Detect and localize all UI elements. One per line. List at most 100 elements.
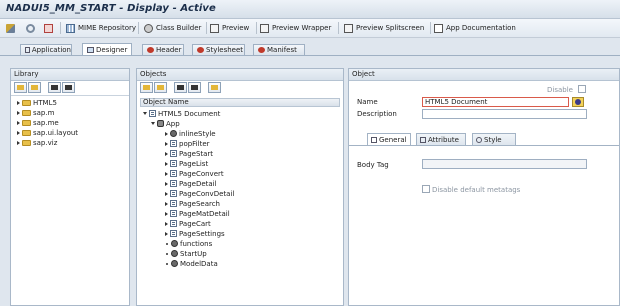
mime-repository-label: MIME Repository — [78, 24, 137, 32]
preview-splitscreen-button[interactable]: Preview Splitscreen — [344, 22, 424, 34]
folder-icon — [22, 109, 31, 116]
body-tag-field[interactable] — [422, 159, 587, 169]
window-title-bar: NADUI5_MM_START - Display - Active — [0, 0, 620, 19]
settings-button[interactable] — [26, 22, 35, 34]
toolbar-separator — [430, 22, 431, 34]
library-item-label: HTML5 — [33, 98, 57, 107]
subtab-general[interactable]: General — [367, 133, 411, 145]
disable-metatags-checkbox[interactable] — [422, 185, 430, 193]
tree-node-root[interactable]: HTML5 Document — [143, 109, 220, 118]
chevron-right-icon — [165, 201, 168, 206]
objects-panel: Objects Object Name HTML5 Document App i… — [136, 68, 344, 306]
object-panel-title: Object — [349, 69, 619, 81]
page-icon — [170, 160, 177, 167]
library-find-button[interactable] — [48, 82, 61, 93]
tree-node[interactable]: PageMatDetail — [165, 209, 230, 218]
tree-node-label: inlineStyle — [179, 129, 216, 138]
settings-icon — [211, 85, 218, 90]
chevron-down-icon — [143, 112, 147, 115]
tab-manifest[interactable]: Manifest — [253, 44, 305, 55]
tree-node[interactable]: PageConvDetail — [165, 189, 234, 198]
tree-node-label: functions — [180, 239, 213, 248]
chevron-right-icon — [165, 221, 168, 226]
subtab-style-label: Style — [484, 135, 502, 144]
page-icon — [170, 210, 177, 217]
copy-button[interactable] — [44, 22, 53, 34]
designer-icon — [87, 47, 94, 53]
grid-icon — [66, 23, 75, 33]
tabstrip-divider — [0, 55, 620, 56]
tab-header[interactable]: Header — [142, 44, 184, 55]
mime-repository-button[interactable]: MIME Repository — [66, 22, 136, 34]
value-help-button[interactable] — [572, 97, 584, 107]
page-icon — [170, 190, 177, 197]
binoculars-icon — [177, 85, 184, 90]
preview-wrapper-button[interactable]: Preview Wrapper — [260, 22, 331, 34]
chevron-right-icon — [165, 141, 168, 146]
class-builder-button[interactable]: Class Builder — [144, 22, 201, 34]
tree-node[interactable]: PageDetail — [165, 179, 217, 188]
chevron-right-icon — [17, 120, 20, 125]
application-toolbar: MIME Repository Class Builder Preview Pr… — [0, 19, 620, 38]
tree-node-label: PageStart — [179, 149, 214, 158]
library-item[interactable]: sap.me — [17, 118, 59, 127]
disable-checkbox[interactable] — [578, 85, 586, 93]
description-field[interactable] — [422, 109, 587, 119]
chevron-right-icon — [165, 161, 168, 166]
library-find-next-button[interactable] — [62, 82, 75, 93]
tree-node[interactable]: ModelData — [165, 259, 218, 268]
tree-node[interactable]: popFilter — [165, 139, 210, 148]
objects-collapse-button[interactable] — [154, 82, 167, 93]
binoculars-icon — [65, 85, 72, 90]
tab-designer-label: Designer — [96, 46, 128, 54]
name-field[interactable]: HTML5 Document — [422, 97, 569, 107]
tree-node[interactable]: PageCart — [165, 219, 211, 228]
application-icon — [25, 47, 30, 53]
tree-node-label: App — [166, 119, 180, 128]
folder-icon — [22, 139, 31, 146]
tree-node[interactable]: PageStart — [165, 149, 213, 158]
library-item[interactable]: HTML5 — [17, 98, 57, 107]
chevron-right-icon — [165, 171, 168, 176]
app-documentation-label: App Documentation — [446, 24, 516, 32]
tree-node[interactable]: StartUp — [165, 249, 207, 258]
tree-node-app[interactable]: App — [151, 119, 180, 128]
tree-node[interactable]: PageSettings — [165, 229, 225, 238]
tree-node-label: PageSearch — [179, 199, 220, 208]
help-icon — [575, 99, 581, 105]
library-item[interactable]: sap.m — [17, 108, 54, 117]
subtab-attribute[interactable]: Attribute — [416, 133, 466, 145]
tree-node[interactable]: PageList — [165, 159, 208, 168]
app-icon — [157, 120, 164, 127]
library-expand-button[interactable] — [14, 82, 27, 93]
app-documentation-button[interactable]: App Documentation — [434, 22, 516, 34]
preview-label: Preview — [222, 24, 250, 32]
objects-expand-button[interactable] — [140, 82, 153, 93]
objects-column-header: Object Name — [140, 98, 340, 107]
tab-stylesheet[interactable]: Stylesheet — [192, 44, 245, 55]
library-collapse-button[interactable] — [28, 82, 41, 93]
objects-settings-button[interactable] — [208, 82, 221, 93]
tree-node[interactable]: inlineStyle — [165, 129, 216, 138]
library-item[interactable]: sap.ui.layout — [17, 128, 78, 137]
binoculars-icon — [191, 85, 198, 90]
chevron-right-icon — [17, 140, 20, 145]
tab-application[interactable]: Application — [20, 44, 72, 55]
tree-node[interactable]: PageConvert — [165, 169, 224, 178]
preview-button[interactable]: Preview — [210, 22, 249, 34]
tab-stylesheet-label: Stylesheet — [206, 46, 244, 54]
tree-node[interactable]: PageSearch — [165, 199, 220, 208]
disable-metatags-label: Disable default metatags — [432, 186, 521, 194]
tab-manifest-label: Manifest — [267, 46, 297, 54]
header-icon — [147, 47, 154, 53]
subtab-divider — [349, 145, 619, 146]
objects-find-next-button[interactable] — [188, 82, 201, 93]
library-item[interactable]: sap.viz — [17, 138, 57, 147]
objects-find-button[interactable] — [174, 82, 187, 93]
preview-icon — [210, 23, 219, 33]
chevron-right-icon — [165, 231, 168, 236]
tree-node[interactable]: functions — [165, 239, 212, 248]
edit-toggle-button[interactable] — [6, 22, 15, 34]
subtab-style[interactable]: Style — [472, 133, 516, 145]
preview-icon — [260, 23, 269, 33]
